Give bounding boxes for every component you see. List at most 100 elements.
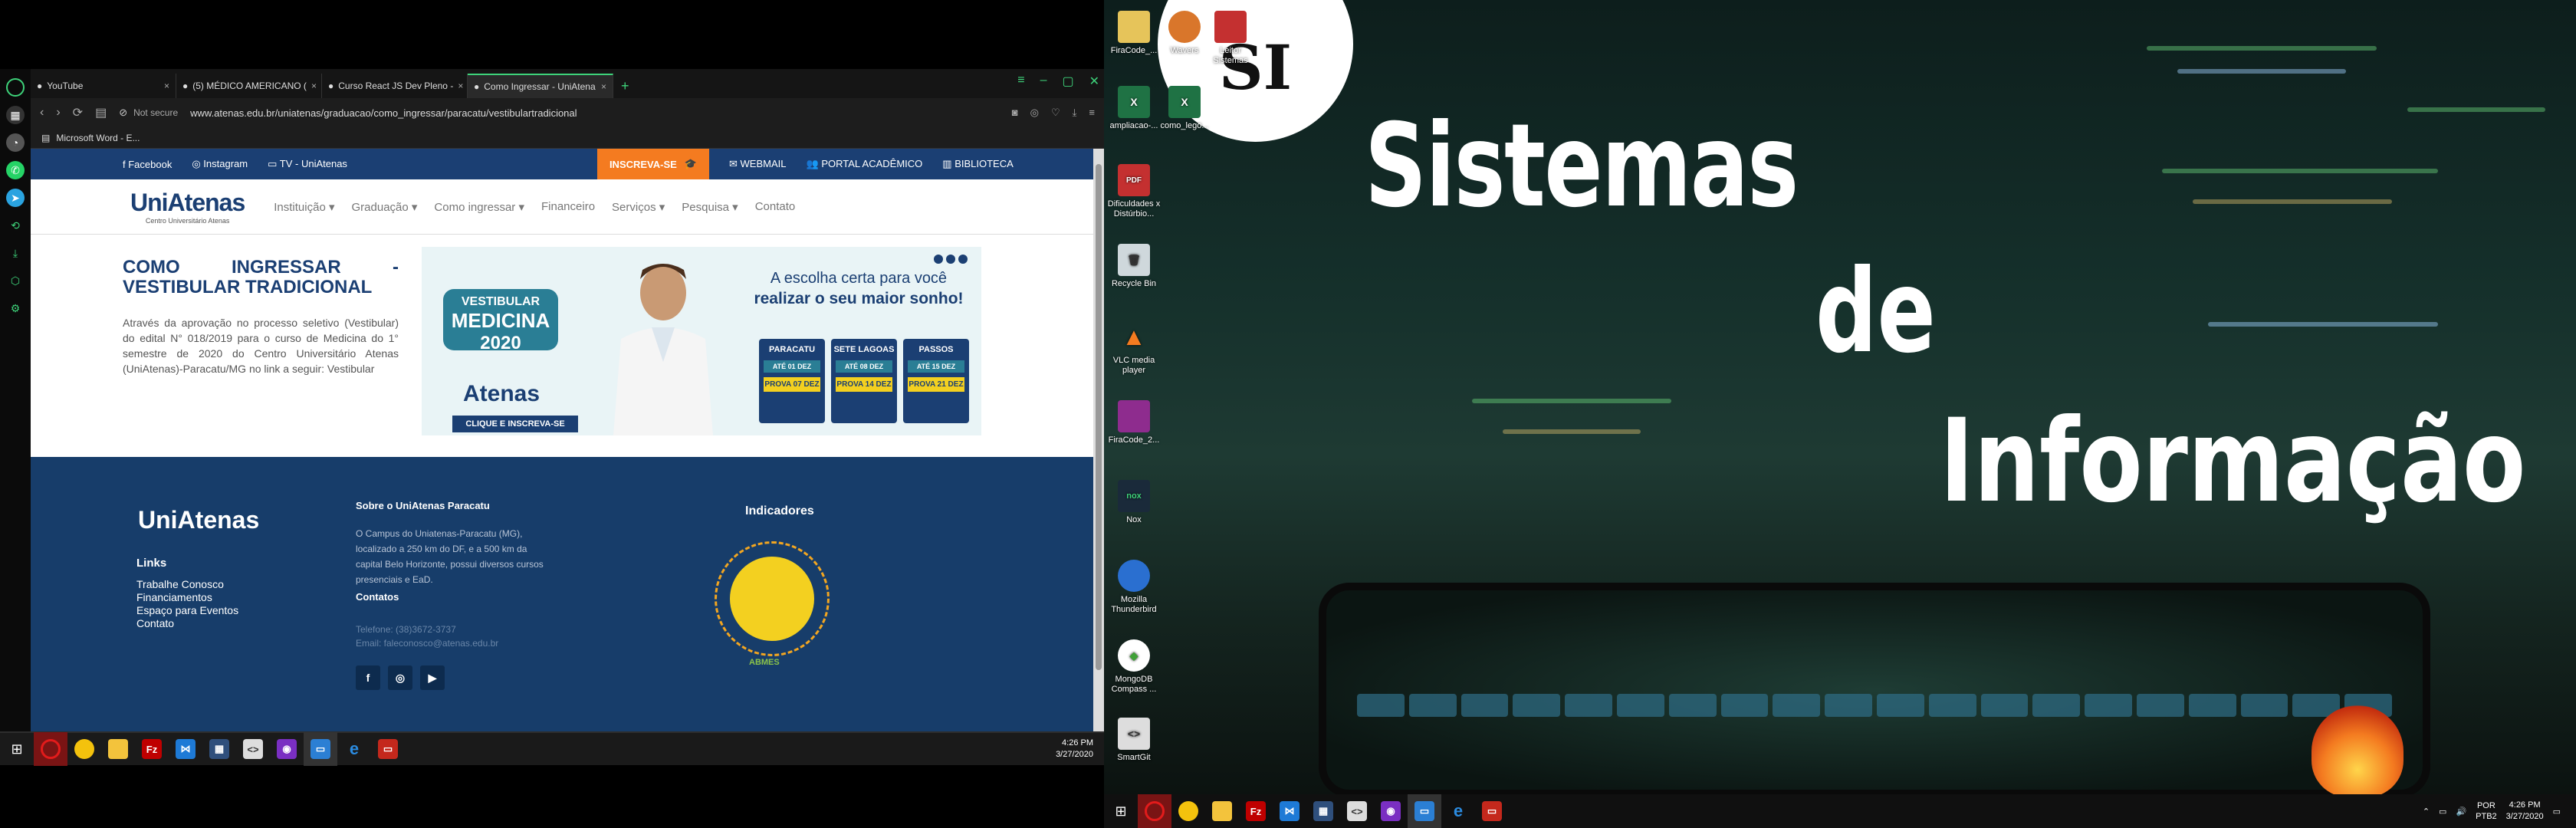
scrollbar[interactable] — [1093, 149, 1104, 734]
camera-icon[interactable]: ◙ — [1012, 107, 1018, 119]
tv-link[interactable]: ▭ TV - UniAtenas — [268, 158, 347, 170]
menu-icon[interactable]: ≡ — [1089, 107, 1095, 119]
vpn-icon[interactable]: ◎ — [1030, 107, 1039, 119]
filezilla-icon[interactable]: Fz — [1239, 794, 1273, 828]
reload-icon[interactable]: ⟳ — [73, 105, 83, 120]
settings-icon[interactable]: ⚙ — [6, 299, 25, 317]
close-icon[interactable]: × — [601, 81, 606, 92]
desktop-icon-ampliacao[interactable]: Xampliacao-... — [1107, 86, 1161, 131]
desktop-icon-firacode-zip[interactable]: FiraCode_2... — [1107, 400, 1161, 445]
nav-pesquisa[interactable]: Pesquisa ▾ — [682, 200, 738, 214]
close-icon[interactable]: × — [164, 80, 169, 91]
desktop-icon-recycle-bin[interactable]: 🗑 Recycle Bin — [1107, 244, 1161, 289]
maximize-icon[interactable]: ▢ — [1062, 74, 1073, 89]
tab-menu-icon[interactable]: ≡ — [1017, 74, 1024, 89]
facebook-link[interactable]: f Facebook — [123, 159, 172, 170]
footer-email[interactable]: Email: faleconosco@atenas.edu.br — [356, 638, 498, 649]
tab-como-ingressar[interactable]: ● Como Ingressar - UniAtena × — [468, 74, 613, 98]
app-red-icon[interactable]: ▭ — [371, 732, 405, 766]
nav-graduacao[interactable]: Graduação ▾ — [352, 200, 418, 214]
close-icon[interactable]: × — [311, 80, 317, 91]
tab-medico[interactable]: ● (5) MÉDICO AMERICANO (× — [176, 74, 322, 98]
nav-como-ingressar[interactable]: Como ingressar ▾ — [434, 200, 524, 214]
uniatenas-logo[interactable]: UniAtenas Centro Universitário Atenas — [130, 189, 245, 225]
forward-icon[interactable]: › — [56, 106, 60, 120]
new-tab-button[interactable]: + — [613, 74, 637, 98]
instagram-icon[interactable]: ◎ — [388, 665, 412, 690]
webmail-link[interactable]: ✉ WEBMAIL — [729, 158, 786, 170]
opera-browser-task-icon[interactable]: ▭ — [1408, 794, 1441, 828]
vestibular-banner[interactable]: VESTIBULAR MEDICINA 2020 Atenas CLIQUE E… — [422, 247, 981, 435]
speed-dial-icon[interactable]: ▦ — [6, 106, 25, 124]
heart-icon[interactable]: ♡ — [1051, 107, 1060, 119]
extensions-icon[interactable]: ⬡ — [6, 271, 25, 290]
chrome-icon[interactable] — [1171, 794, 1205, 828]
clock[interactable]: 4:26 PM 3/27/2020 — [2506, 800, 2544, 823]
notification-icon[interactable]: ▭ — [2553, 807, 2561, 816]
desktop-icon-mongodb[interactable]: ◆ MongoDB Compass ... — [1107, 639, 1161, 695]
back-icon[interactable]: ‹ — [40, 106, 44, 120]
close-window-icon[interactable]: ✕ — [1089, 74, 1099, 89]
tab-curso-react[interactable]: ● Curso React JS Dev Pleno - × — [322, 74, 468, 98]
portal-link[interactable]: 👥 PORTAL ACADÊMICO — [807, 158, 923, 170]
telegram-icon[interactable]: ➤ — [6, 189, 25, 207]
nav-financeiro[interactable]: Financeiro — [541, 200, 595, 213]
edge-icon[interactable]: e — [1441, 794, 1475, 828]
downloads-icon[interactable]: ⤓ — [6, 244, 25, 262]
visual-studio-icon[interactable]: ▦ — [202, 732, 236, 766]
tab-youtube[interactable]: ● YouTube × — [31, 74, 176, 98]
footer-link[interactable]: Contato — [136, 617, 238, 630]
desktop-icon-smartgit[interactable]: <> SmartGit — [1107, 718, 1161, 763]
footer-link[interactable]: Espaço para Eventos — [136, 604, 238, 617]
volume-icon[interactable]: 🔊 — [2456, 807, 2466, 816]
visual-studio-icon[interactable]: ▦ — [1306, 794, 1340, 828]
chevron-up-icon[interactable]: ⌃ — [2423, 807, 2430, 816]
insomnia-icon[interactable]: ◉ — [270, 732, 304, 766]
not-secure-indicator[interactable]: ⊘ Not secure — [119, 107, 178, 119]
scroll-thumb[interactable] — [1096, 164, 1102, 670]
inscreva-se-button[interactable]: INSCREVA-SE 🎓 — [596, 149, 710, 179]
chrome-icon[interactable] — [67, 732, 101, 766]
desktop-icon-vlc[interactable]: ▲ VLC media player — [1107, 320, 1161, 376]
desktop-icon-leitor[interactable]: Leitor Sistemas — [1204, 11, 1257, 66]
url-field[interactable]: www.atenas.edu.br/uniatenas/graduacao/co… — [190, 107, 577, 119]
biblioteca-link[interactable]: ▥ BIBLIOTECA — [942, 158, 1013, 170]
desktop-icon-thunderbird[interactable]: Mozilla Thunderbird — [1107, 560, 1161, 615]
filezilla-icon[interactable]: Fz — [135, 732, 169, 766]
opera-logo-icon[interactable] — [6, 78, 25, 97]
youtube-icon[interactable]: ▶ — [420, 665, 445, 690]
vscode-icon[interactable]: ⋈ — [169, 732, 202, 766]
desktop-icon-nox[interactable]: nox Nox — [1107, 480, 1161, 525]
language-indicator[interactable]: POR PTB2 — [2476, 800, 2497, 822]
opera-browser-task-icon[interactable]: ▭ — [304, 732, 337, 766]
edge-icon[interactable]: e — [337, 732, 371, 766]
nav-servicos[interactable]: Serviços ▾ — [612, 200, 665, 214]
history-icon[interactable]: ⟲ — [6, 216, 25, 235]
desktop-icon-como-lego[interactable]: Xcomo_lego... — [1158, 86, 1211, 131]
desktop-icon-firacode[interactable]: FiraCode_... — [1107, 11, 1161, 56]
file-explorer-icon[interactable] — [101, 732, 135, 766]
facebook-icon[interactable]: f — [356, 665, 380, 690]
download-icon[interactable]: ⤓ — [1073, 107, 1077, 119]
close-icon[interactable]: × — [458, 80, 463, 91]
desktop-icon-dificuldades[interactable]: PDF Dificuldades x Distúrbio... — [1107, 164, 1161, 219]
speed-dial-grid-icon[interactable]: ▤ — [95, 105, 107, 120]
network-icon[interactable]: ▭ — [2439, 807, 2446, 816]
smartgit-icon[interactable]: <> — [1340, 794, 1374, 828]
nav-contato[interactable]: Contato — [755, 200, 796, 213]
file-explorer-icon[interactable] — [1205, 794, 1239, 828]
vscode-icon[interactable]: ⋈ — [1273, 794, 1306, 828]
footer-link[interactable]: Financiamentos — [136, 591, 238, 604]
instagram-link[interactable]: ◎ Instagram — [192, 158, 248, 170]
bookmark-word[interactable]: Microsoft Word - E... — [56, 133, 140, 143]
insomnia-icon[interactable]: ◉ — [1374, 794, 1408, 828]
clock[interactable]: 4:26 PM 3/27/2020 — [1056, 738, 1104, 761]
opera-icon[interactable] — [34, 732, 67, 766]
footer-link[interactable]: Trabalhe Conosco — [136, 578, 238, 591]
start-icon[interactable]: ⊞ — [1104, 794, 1138, 828]
opera-icon[interactable] — [1138, 794, 1171, 828]
start-icon[interactable]: ⊞ — [0, 732, 34, 766]
banner-cta[interactable]: CLIQUE E INSCREVA-SE — [452, 416, 578, 432]
nav-instituicao[interactable]: Instituição ▾ — [274, 200, 334, 214]
whatsapp-icon[interactable]: ✆ — [6, 161, 25, 179]
